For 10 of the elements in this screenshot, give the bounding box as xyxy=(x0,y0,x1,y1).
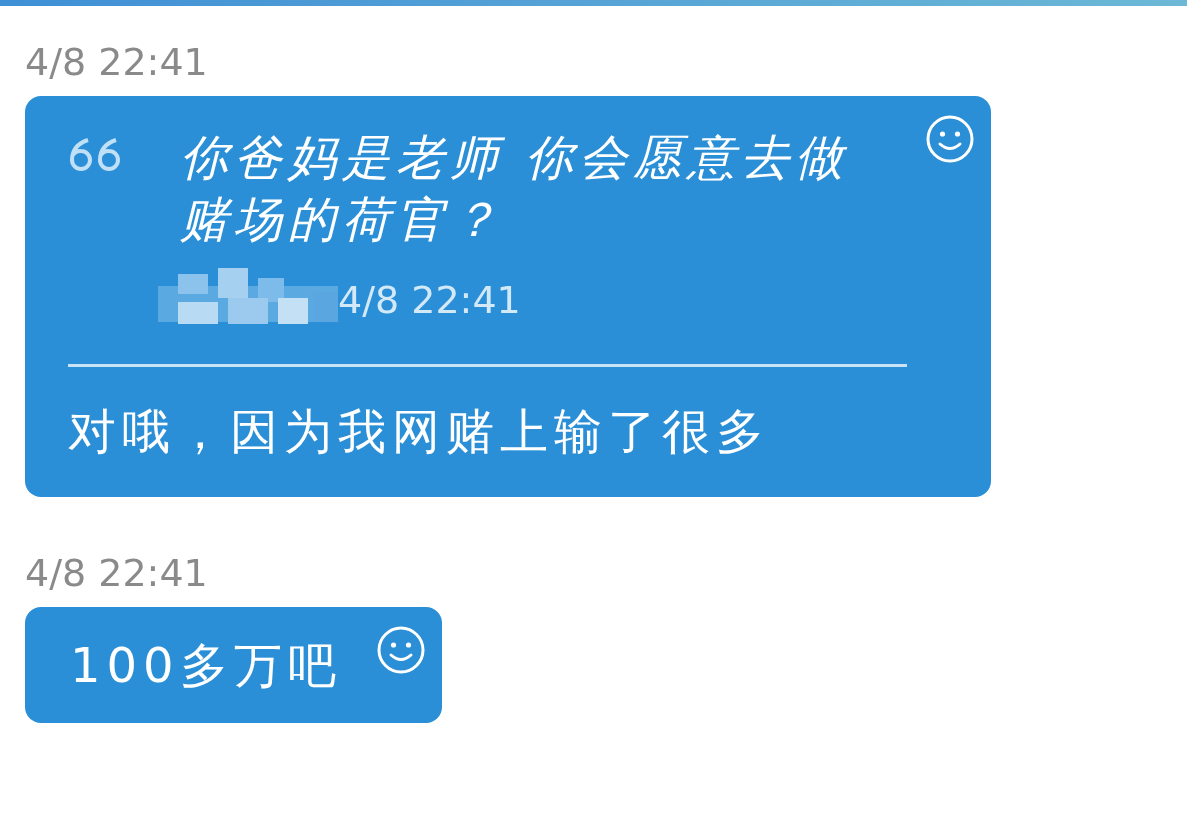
quoted-text: 你爸妈是老师 你会愿意去做赌场的荷官？ xyxy=(180,128,851,249)
message-time: 4/8 22:41 xyxy=(25,550,208,597)
message-text: 对哦，因为我网赌上输了很多 xyxy=(68,402,771,461)
message-bubble[interactable]: 100多万吧 xyxy=(25,607,442,723)
quoted-time: 4/8 22:41 xyxy=(338,278,521,322)
message-text: 100多万吧 xyxy=(70,636,342,695)
message-bubble[interactable]: 你爸妈是老师 你会愿意去做赌场的荷官？ 4/8 22:41 对哦，因为我网赌上输了很多 xyxy=(25,96,991,497)
smiley-icon[interactable] xyxy=(375,625,426,675)
smiley-icon[interactable] xyxy=(925,114,975,164)
message-time: 4/8 22:41 xyxy=(25,39,208,86)
